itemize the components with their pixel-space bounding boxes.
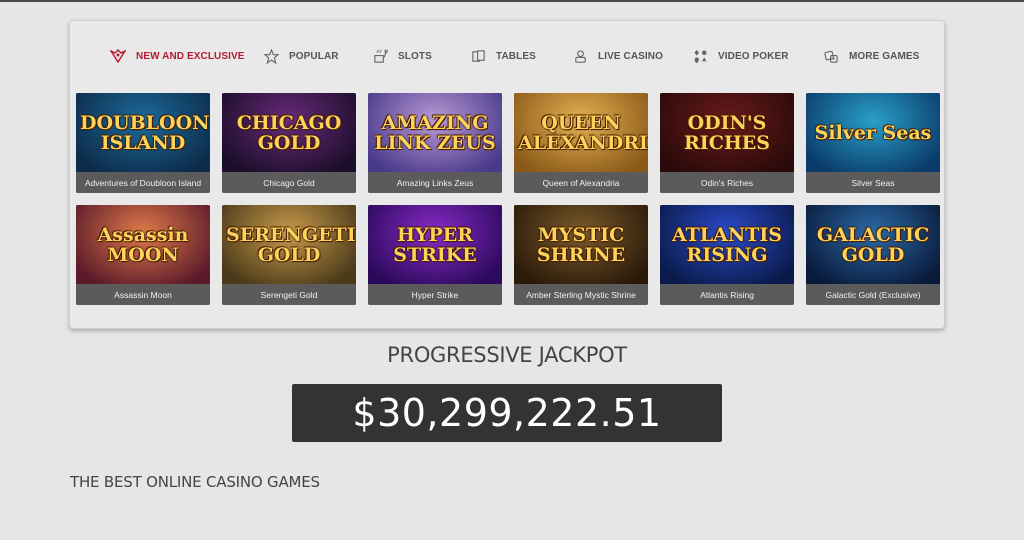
live-dealer-icon bbox=[572, 48, 588, 64]
game-title[interactable]: Serengeti Gold bbox=[222, 284, 356, 305]
game-tile[interactable]: CHICAGO GOLD Chicago Gold bbox=[222, 93, 356, 193]
game-thumbnail[interactable]: MYSTIC SHRINE bbox=[514, 205, 648, 284]
game-title[interactable]: Galactic Gold (Exclusive) bbox=[806, 284, 940, 305]
star-icon bbox=[263, 48, 279, 64]
game-thumbnail[interactable]: SERENGETI GOLD bbox=[222, 205, 356, 284]
game-logo: CHICAGO GOLD bbox=[236, 111, 342, 154]
game-tile[interactable]: AMAZING LINK ZEUS Amazing Links Zeus bbox=[368, 93, 502, 193]
game-logo: GALACTIC GOLD bbox=[816, 223, 930, 266]
tab-label: POPULAR bbox=[289, 50, 339, 62]
jackpot-title: PROGRESSIVE JACKPOT bbox=[387, 343, 627, 367]
game-logo: DOUBLOON ISLAND bbox=[80, 111, 210, 154]
game-logo: ATLANTIS RISING bbox=[671, 223, 783, 266]
game-thumbnail[interactable]: Assassin MOON bbox=[76, 205, 210, 284]
tab-label: SLOTS bbox=[398, 50, 432, 62]
tab-slots[interactable]: SLOTS bbox=[372, 45, 432, 67]
game-title[interactable]: Odin's Riches bbox=[660, 172, 794, 193]
game-title[interactable]: Hyper Strike bbox=[368, 284, 502, 305]
game-title[interactable]: Silver Seas bbox=[806, 172, 940, 193]
category-tabs: NEW AND EXCLUSIVE POPULAR SLOTS TABLES LIVE … bbox=[70, 45, 944, 67]
slot-icon bbox=[372, 48, 388, 64]
dice-icon bbox=[823, 48, 839, 64]
game-title[interactable]: Amber Sterling Mystic Shrine bbox=[514, 284, 648, 305]
tab-tables[interactable]: TABLES bbox=[470, 45, 536, 67]
game-title[interactable]: Amazing Links Zeus bbox=[368, 172, 502, 193]
tab-label: TABLES bbox=[496, 50, 536, 62]
game-logo: AMAZING LINK ZEUS bbox=[374, 111, 496, 154]
game-tile[interactable]: ODIN'S RICHES Odin's Riches bbox=[660, 93, 794, 193]
game-logo: ODIN'S RICHES bbox=[684, 111, 770, 154]
game-thumbnail[interactable]: GALACTIC GOLD bbox=[806, 205, 940, 284]
tab-live-casino[interactable]: LIVE CASINO bbox=[572, 45, 663, 67]
crest-icon bbox=[110, 48, 126, 64]
cards-icon bbox=[470, 48, 486, 64]
game-thumbnail[interactable]: Silver Seas bbox=[806, 93, 940, 172]
game-thumbnail[interactable]: HYPER STRIKE bbox=[368, 205, 502, 284]
game-tile[interactable]: HYPER STRIKE Hyper Strike bbox=[368, 205, 502, 305]
game-logo: SERENGETI GOLD bbox=[226, 223, 356, 266]
game-tile[interactable]: MYSTIC SHRINE Amber Sterling Mystic Shrin… bbox=[514, 205, 648, 305]
jackpot-amount: $30,299,222.51 bbox=[352, 391, 662, 435]
tab-label: MORE GAMES bbox=[849, 50, 920, 62]
game-tile[interactable]: QUEEN ALEXANDRIA Queen of Alexandria bbox=[514, 93, 648, 193]
tab-popular[interactable]: POPULAR bbox=[263, 45, 339, 67]
game-thumbnail[interactable]: DOUBLOON ISLAND bbox=[76, 93, 210, 172]
game-thumbnail[interactable]: QUEEN ALEXANDRIA bbox=[514, 93, 648, 172]
game-tile[interactable]: DOUBLOON ISLAND Adventures of Doubloon Is… bbox=[76, 93, 210, 193]
game-thumbnail[interactable]: AMAZING LINK ZEUS bbox=[368, 93, 502, 172]
tab-more-games[interactable]: MORE GAMES bbox=[823, 45, 919, 67]
game-logo: Silver Seas bbox=[814, 121, 932, 144]
tab-label: VIDEO POKER bbox=[718, 50, 789, 62]
game-thumbnail[interactable]: ODIN'S RICHES bbox=[660, 93, 794, 172]
games-panel: NEW AND EXCLUSIVE POPULAR SLOTS TABLES LIVE … bbox=[69, 20, 945, 329]
section-title: THE BEST ONLINE CASINO GAMES bbox=[70, 473, 320, 491]
game-logo: HYPER STRIKE bbox=[393, 223, 477, 266]
game-tile[interactable]: Silver Seas Silver Seas bbox=[806, 93, 940, 193]
game-tile[interactable]: GALACTIC GOLD Galactic Gold (Exclusive) bbox=[806, 205, 940, 305]
game-logo: Assassin MOON bbox=[97, 223, 189, 266]
game-tile[interactable]: Assassin MOON Assassin Moon bbox=[76, 205, 210, 305]
game-title[interactable]: Queen of Alexandria bbox=[514, 172, 648, 193]
tab-new-and-exclusive[interactable]: NEW AND EXCLUSIVE bbox=[110, 45, 245, 67]
game-title[interactable]: Atlantis Rising bbox=[660, 284, 794, 305]
game-title[interactable]: Adventures of Doubloon Island bbox=[76, 172, 210, 193]
game-logo: QUEEN ALEXANDRIA bbox=[518, 111, 648, 154]
game-title[interactable]: Chicago Gold bbox=[222, 172, 356, 193]
tab-video-poker[interactable]: VIDEO POKER bbox=[692, 45, 789, 67]
game-tile[interactable]: ATLANTIS RISING Atlantis Rising bbox=[660, 205, 794, 305]
top-border bbox=[0, 0, 1024, 2]
game-logo: MYSTIC SHRINE bbox=[536, 223, 626, 266]
tab-label: LIVE CASINO bbox=[598, 50, 663, 62]
game-title[interactable]: Assassin Moon bbox=[76, 284, 210, 305]
game-thumbnail[interactable]: ATLANTIS RISING bbox=[660, 205, 794, 284]
game-tile[interactable]: SERENGETI GOLD Serengeti Gold bbox=[222, 205, 356, 305]
jackpot-box: $30,299,222.51 bbox=[292, 384, 722, 442]
tab-label: NEW AND EXCLUSIVE bbox=[136, 50, 245, 62]
game-thumbnail[interactable]: CHICAGO GOLD bbox=[222, 93, 356, 172]
suits-icon bbox=[692, 48, 708, 64]
